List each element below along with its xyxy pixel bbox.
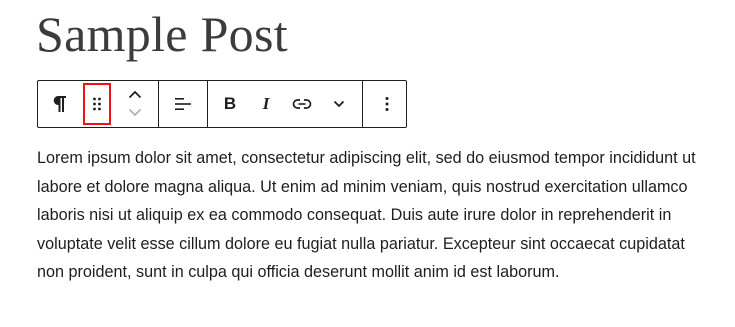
block-mover [112,81,158,127]
move-down-button[interactable] [120,104,150,122]
alignment-group [159,81,208,127]
pilcrow-icon [52,95,68,113]
align-left-icon [173,95,193,113]
link-button[interactable] [284,81,320,127]
bold-label: B [223,94,237,113]
bold-button[interactable]: B [212,81,248,127]
italic-button[interactable]: I [248,81,284,127]
highlight-box [83,83,111,125]
chevron-up-icon [128,86,142,104]
move-up-button[interactable] [120,86,150,104]
align-button[interactable] [159,81,207,127]
options-button[interactable] [363,81,411,127]
italic-label: I [262,94,270,113]
more-vertical-icon [385,96,389,112]
block-type-button[interactable] [38,81,82,127]
chevron-down-icon [128,104,142,122]
paragraph-block[interactable]: Lorem ipsum dolor sit amet, consectetur … [37,144,697,287]
more-formats-button[interactable] [320,81,358,127]
drag-handle-button[interactable] [82,81,112,127]
formatting-group: B I [208,81,363,127]
options-group [363,81,411,127]
block-controls-group [38,81,159,127]
link-icon [292,97,312,111]
block-toolbar: B I [37,80,407,128]
chevron-down-icon [333,100,345,108]
post-title[interactable]: Sample Post [36,2,288,66]
